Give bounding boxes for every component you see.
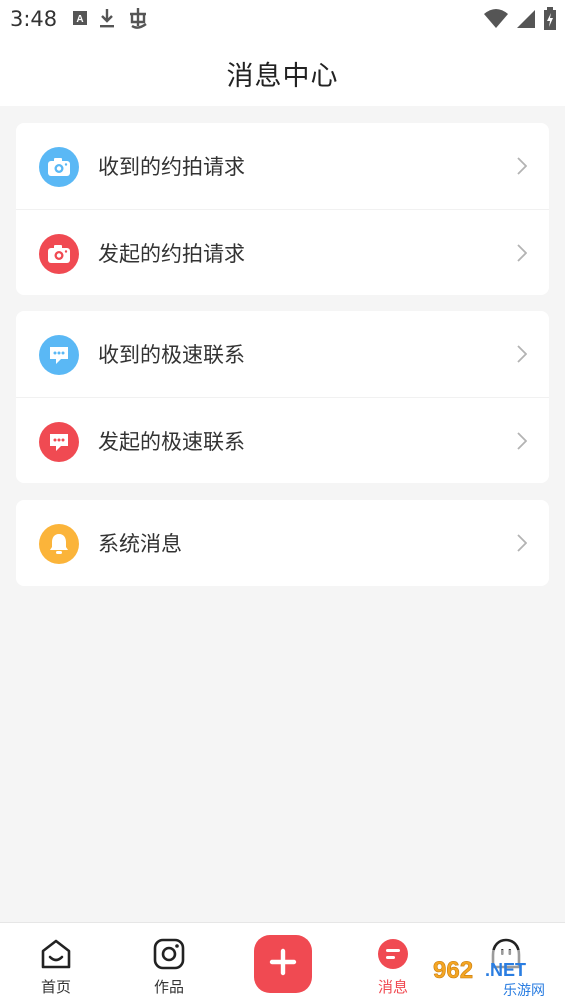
svg-text:乐游网: 乐游网 (503, 983, 545, 999)
watermark-logo: 962 .NET 乐游网 (425, 950, 565, 1000)
row-label: 发起的约拍请求 (98, 242, 245, 266)
status-left-icons: A (72, 6, 150, 34)
tab-label: 作品 (153, 978, 184, 996)
card-yuepai: 收到的约拍请求 发起的约拍请求 (16, 123, 549, 295)
row-label: 收到的极速联系 (98, 343, 245, 367)
chevron-right-icon (517, 244, 528, 266)
message-icon (353, 937, 433, 975)
add-button[interactable] (254, 935, 312, 993)
plus-icon (268, 947, 298, 981)
tab-label: 消息 (377, 978, 408, 996)
row-label: 收到的约拍请求 (98, 155, 245, 179)
home-face-icon (16, 937, 96, 975)
status-time: 3:48 (10, 7, 58, 31)
svg-text:A: A (76, 14, 83, 25)
camera-icon (39, 234, 79, 274)
status-bar: 3:48 A (0, 0, 565, 40)
chevron-right-icon (517, 432, 528, 454)
list-item-sent-shoot-requests[interactable]: 发起的约拍请求 (16, 209, 549, 295)
list-item-received-quick-contact[interactable]: 收到的极速联系 (16, 311, 549, 397)
chat-bubble-icon (39, 335, 79, 375)
svg-text:962: 962 (433, 957, 473, 984)
camera-outline-icon (129, 937, 209, 975)
chevron-right-icon (517, 534, 528, 556)
signal-icon (515, 8, 537, 34)
svg-text:.NET: .NET (485, 960, 526, 980)
row-label: 系统消息 (98, 532, 182, 556)
tab-label: 首页 (40, 978, 71, 996)
chevron-right-icon (517, 157, 528, 179)
camera-icon (39, 147, 79, 187)
status-right-icons (483, 7, 557, 35)
bug-icon (126, 6, 150, 34)
chevron-right-icon (517, 345, 528, 367)
keyboard-a-icon: A (72, 9, 88, 31)
row-label: 发起的极速联系 (98, 430, 245, 454)
battery-icon (543, 7, 557, 35)
tab-messages[interactable]: 消息 (353, 937, 433, 997)
header: 消息中心 (0, 40, 565, 106)
list-item-sent-quick-contact[interactable]: 发起的极速联系 (16, 397, 549, 483)
tab-works[interactable]: 作品 (129, 937, 209, 997)
list-item-system-messages[interactable]: 系统消息 (16, 500, 549, 586)
wifi-icon (483, 8, 509, 34)
tab-home[interactable]: 首页 (16, 937, 96, 997)
chat-bubble-icon (39, 422, 79, 462)
card-quick-contact: 收到的极速联系 发起的极速联系 (16, 311, 549, 483)
card-system: 系统消息 (16, 500, 549, 586)
page-title: 消息中心 (226, 61, 339, 92)
download-icon (98, 7, 116, 33)
bell-icon (39, 524, 79, 564)
list-item-received-shoot-requests[interactable]: 收到的约拍请求 (16, 123, 549, 209)
